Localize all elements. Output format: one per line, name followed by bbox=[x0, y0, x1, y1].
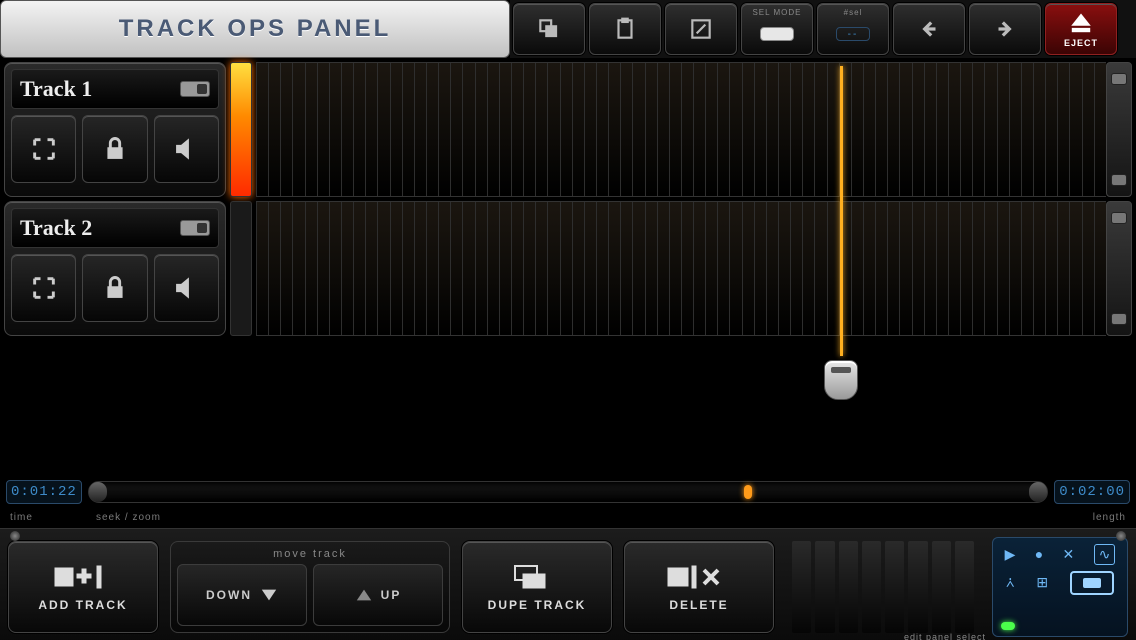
eject-label: EJECT bbox=[1064, 38, 1098, 48]
edit-panel-caption: edit panel select bbox=[904, 632, 986, 640]
track-expand-button[interactable] bbox=[11, 254, 76, 322]
wave-icon: ∿ bbox=[1094, 544, 1116, 565]
sel-count-value: -- bbox=[836, 27, 870, 41]
up-label: UP bbox=[381, 588, 402, 602]
seekzoom-label: seek / zoom bbox=[96, 512, 161, 523]
toolbar: SEL MODE #sel -- EJECT bbox=[510, 0, 1136, 58]
dupe-label: DUPE TRACK bbox=[488, 598, 587, 612]
edit-button[interactable] bbox=[665, 3, 737, 55]
track-header: Track 1 bbox=[4, 62, 226, 197]
seek-endcap-right bbox=[1029, 482, 1047, 502]
lock-icon bbox=[101, 135, 129, 163]
dupe-track-button[interactable]: DUPE TRACK bbox=[462, 541, 612, 633]
expand-icon bbox=[30, 274, 58, 302]
move-track-title: move track bbox=[177, 548, 443, 560]
track-area: Track 1 Track 2 bbox=[0, 62, 1136, 472]
sel-mode-button[interactable]: SEL MODE bbox=[741, 3, 813, 55]
track-lane[interactable] bbox=[256, 201, 1106, 336]
edit-panel-select[interactable]: ▶ ● ✕ ∿ ⩑ ⊞ bbox=[992, 537, 1128, 637]
track-name: Track 1 bbox=[20, 76, 92, 102]
speaker-icon bbox=[172, 135, 200, 163]
sel-mode-label: SEL MODE bbox=[752, 8, 801, 17]
track-expand-button[interactable] bbox=[11, 115, 76, 183]
undo-button[interactable] bbox=[893, 3, 965, 55]
play-icon: ▶ bbox=[1005, 546, 1016, 563]
track-name: Track 2 bbox=[20, 215, 92, 241]
selected-mode-icon bbox=[1070, 571, 1114, 595]
paste-button[interactable] bbox=[589, 3, 661, 55]
track-lane[interactable] bbox=[256, 62, 1106, 197]
copy-icon bbox=[536, 16, 562, 42]
track-scroll-rail[interactable] bbox=[1106, 201, 1132, 336]
pencil-square-icon bbox=[688, 16, 714, 42]
track-mute-button[interactable] bbox=[154, 115, 219, 183]
track-toggle[interactable] bbox=[180, 81, 210, 97]
playhead[interactable] bbox=[840, 66, 843, 356]
move-down-button[interactable]: DOWN bbox=[177, 564, 307, 626]
eject-icon bbox=[1068, 10, 1094, 36]
track-lock-button[interactable] bbox=[82, 115, 147, 183]
undo-icon bbox=[916, 16, 942, 42]
track-toggle[interactable] bbox=[180, 220, 210, 236]
seek-endcap-left bbox=[89, 482, 107, 502]
panel-title: TRACK OPS PANEL bbox=[0, 0, 510, 58]
track-row: Track 2 bbox=[0, 201, 1136, 336]
lane-ticks bbox=[256, 63, 1106, 196]
top-bar: TRACK OPS PANEL SEL MODE #sel -- EJECT bbox=[0, 0, 1136, 58]
dot-icon: ● bbox=[1035, 546, 1043, 562]
add-track-icon bbox=[53, 562, 113, 592]
expand-icon bbox=[30, 135, 58, 163]
panel-vents bbox=[786, 541, 980, 633]
sel-count-label: #sel bbox=[844, 8, 863, 17]
length-label: length bbox=[1093, 512, 1126, 528]
seek-bar[interactable] bbox=[88, 481, 1048, 503]
move-track-group: move track DOWN UP bbox=[170, 541, 450, 633]
time-label: time bbox=[10, 512, 33, 528]
track-mute-button[interactable] bbox=[154, 254, 219, 322]
triangle-down-icon bbox=[260, 586, 278, 604]
track-scroll-rail[interactable] bbox=[1106, 62, 1132, 197]
delete-icon bbox=[664, 562, 734, 592]
track-meter bbox=[230, 62, 252, 197]
clipboard-icon bbox=[612, 16, 638, 42]
track-row: Track 1 bbox=[0, 62, 1136, 197]
lane-ticks bbox=[256, 202, 1106, 335]
symbol-a-icon: ⩑ bbox=[1006, 574, 1015, 591]
seek-labels: time seek / zoom length bbox=[0, 512, 1136, 528]
sel-mode-indicator bbox=[760, 27, 794, 41]
dupe-icon bbox=[509, 562, 565, 592]
add-track-button[interactable]: ADD TRACK bbox=[8, 541, 158, 633]
seek-row: 0:01:22 0:02:00 bbox=[0, 472, 1136, 512]
speaker-icon bbox=[172, 274, 200, 302]
delete-label: DELETE bbox=[669, 598, 728, 612]
move-up-button[interactable]: UP bbox=[313, 564, 443, 626]
status-led bbox=[1001, 622, 1015, 630]
length-display: 0:02:00 bbox=[1054, 480, 1130, 504]
delete-track-button[interactable]: DELETE bbox=[624, 541, 774, 633]
sel-count-button[interactable]: #sel -- bbox=[817, 3, 889, 55]
lock-icon bbox=[101, 274, 129, 302]
grid-icon: ⊞ bbox=[1036, 574, 1048, 591]
x-icon: ✕ bbox=[1063, 546, 1075, 563]
seek-marker[interactable] bbox=[744, 485, 752, 499]
down-label: DOWN bbox=[206, 588, 252, 602]
bottom-panel: ADD TRACK move track DOWN UP DUPE TRACK … bbox=[0, 528, 1136, 640]
track-meter bbox=[230, 201, 252, 336]
redo-button[interactable] bbox=[969, 3, 1041, 55]
triangle-up-icon bbox=[355, 586, 373, 604]
add-track-label: ADD TRACK bbox=[38, 598, 127, 612]
copy-button[interactable] bbox=[513, 3, 585, 55]
track-header: Track 2 bbox=[4, 201, 226, 336]
track-lock-button[interactable] bbox=[82, 254, 147, 322]
redo-icon bbox=[992, 16, 1018, 42]
playhead-knob[interactable] bbox=[824, 360, 858, 400]
time-display: 0:01:22 bbox=[6, 480, 82, 504]
eject-button[interactable]: EJECT bbox=[1045, 3, 1117, 55]
